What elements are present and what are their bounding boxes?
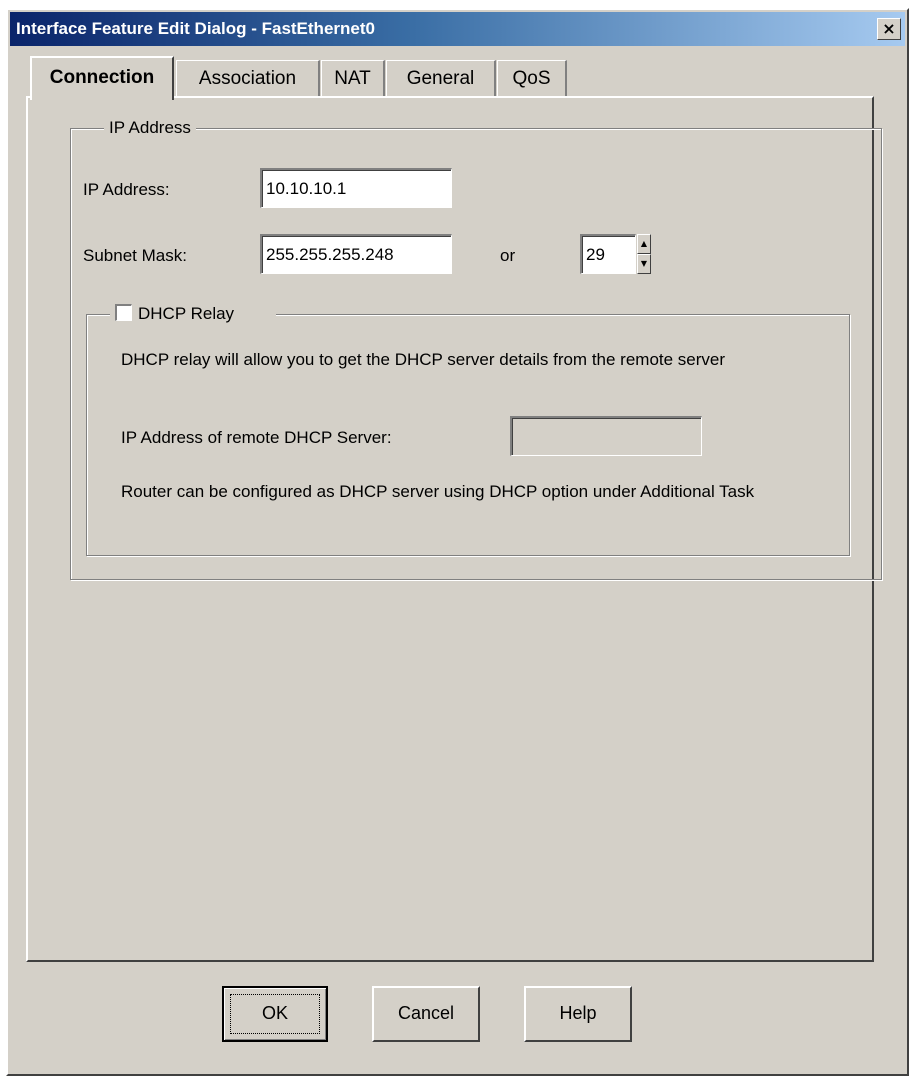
connection-tab-panel: IP Address IP Address: Subnet Mask: or ▲… — [26, 96, 882, 962]
help-button-label: Help — [559, 1003, 597, 1023]
tab-general-label: General — [406, 68, 475, 89]
dhcp-relay-description: DHCP relay will allow you to get the DHC… — [121, 350, 726, 369]
tab-connection-label: Connection — [49, 67, 155, 88]
ok-button[interactable]: OK — [222, 986, 328, 1042]
dhcp-server-note: Router can be configured as DHCP server … — [121, 482, 755, 501]
tab-nat-label: NAT — [334, 68, 371, 89]
tab-connection[interactable]: Connection — [30, 56, 174, 100]
or-label: or — [500, 246, 516, 265]
ip-address-input[interactable] — [260, 168, 452, 208]
tab-nat[interactable]: NAT — [321, 60, 385, 96]
remote-dhcp-server-label: IP Address of remote DHCP Server: — [121, 428, 392, 447]
tab-association-label: Association — [198, 68, 297, 89]
help-button[interactable]: Help — [524, 986, 632, 1042]
remote-dhcp-server-input[interactable] — [510, 416, 702, 456]
dhcp-relay-label[interactable]: DHCP Relay — [138, 304, 234, 323]
subnet-mask-label: Subnet Mask: — [83, 246, 187, 265]
dhcp-relay-legend: DHCP Relay — [110, 304, 277, 324]
subnet-mask-input[interactable] — [260, 234, 452, 274]
ip-address-group-legend: IP Address — [104, 118, 196, 138]
cancel-button[interactable]: Cancel — [372, 986, 480, 1042]
ok-button-label: OK — [261, 1003, 288, 1023]
ip-address-label: IP Address: — [83, 180, 170, 199]
tab-qos-label: QoS — [512, 68, 551, 89]
dhcp-relay-checkbox[interactable] — [115, 304, 132, 321]
window-title: Interface Feature Edit Dialog - FastEthe… — [16, 19, 375, 38]
spin-down-icon[interactable]: ▼ — [637, 254, 651, 274]
tab-general[interactable]: General — [386, 60, 496, 96]
spin-up-icon[interactable]: ▲ — [637, 234, 651, 254]
prefix-length-stepper[interactable]: ▲ ▼ — [637, 234, 651, 274]
tab-association[interactable]: Association — [176, 60, 320, 96]
close-icon[interactable]: × — [882, 19, 895, 38]
close-button[interactable]: × — [877, 18, 901, 40]
title-bar[interactable]: Interface Feature Edit Dialog - FastEthe… — [10, 12, 905, 46]
cancel-button-label: Cancel — [397, 1003, 455, 1023]
prefix-length-input[interactable] — [580, 234, 636, 274]
tab-qos[interactable]: QoS — [497, 60, 567, 96]
